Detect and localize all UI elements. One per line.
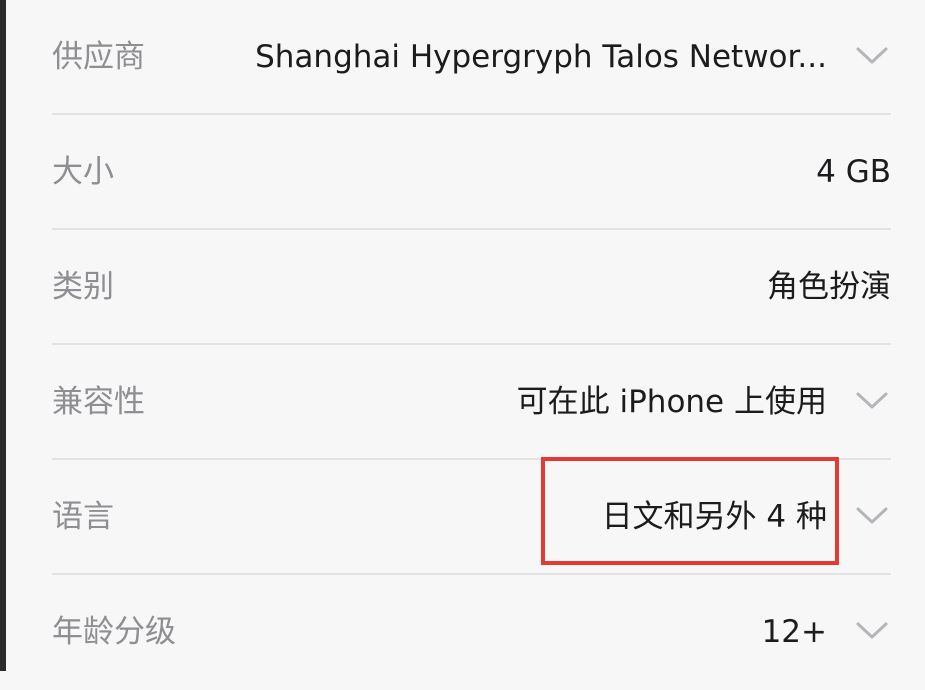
languages-label: 语言 xyxy=(52,499,114,535)
info-row-age-rating[interactable]: 年龄分级 12+ xyxy=(0,575,925,690)
info-row-languages[interactable]: 语言 日文和另外 4 种 xyxy=(0,460,925,575)
app-info-list: 供应商 Shanghai Hypergryph Talos Networ... … xyxy=(0,0,925,671)
chevron-down-icon[interactable] xyxy=(855,619,889,643)
info-row-size: 大小 4 GB xyxy=(0,115,925,230)
info-row-category: 类别 角色扮演 xyxy=(0,230,925,345)
provider-label: 供应商 xyxy=(52,39,145,75)
chevron-down-icon[interactable] xyxy=(855,44,889,68)
languages-value: 日文和另外 4 种 xyxy=(601,499,827,535)
category-label: 类别 xyxy=(52,269,114,305)
provider-value: Shanghai Hypergryph Talos Networ... xyxy=(255,39,827,75)
compatibility-value: 可在此 iPhone 上使用 xyxy=(516,384,827,420)
age-rating-value: 12+ xyxy=(761,614,827,650)
chevron-down-icon[interactable] xyxy=(855,389,889,413)
info-row-compatibility[interactable]: 兼容性 可在此 iPhone 上使用 xyxy=(0,345,925,460)
category-value: 角色扮演 xyxy=(767,269,891,305)
compatibility-label: 兼容性 xyxy=(52,384,145,420)
chevron-down-icon[interactable] xyxy=(855,504,889,528)
age-rating-label: 年龄分级 xyxy=(52,614,176,650)
size-value: 4 GB xyxy=(816,154,891,190)
size-label: 大小 xyxy=(52,154,114,190)
info-row-provider[interactable]: 供应商 Shanghai Hypergryph Talos Networ... xyxy=(0,0,925,115)
